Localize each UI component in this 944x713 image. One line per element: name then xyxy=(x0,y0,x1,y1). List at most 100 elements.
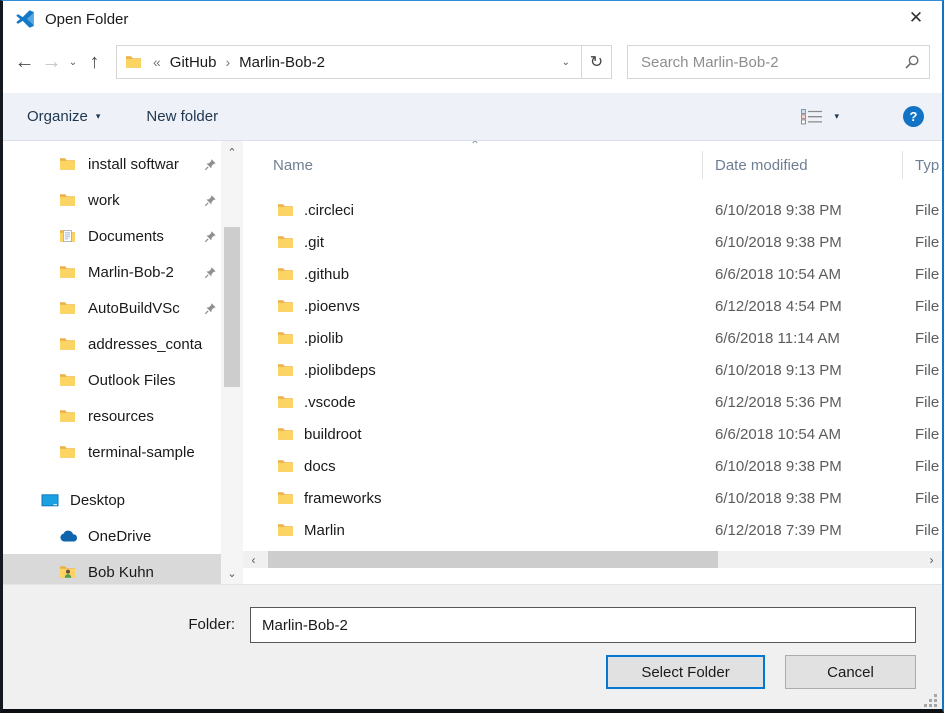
file-row-vscode[interactable]: .vscode 6/12/2018 5:36 PM File xyxy=(243,386,942,418)
toolbar-right-group: ▾ ? xyxy=(800,106,924,127)
file-row-frameworks[interactable]: frameworks 6/10/2018 9:38 PM File xyxy=(243,482,942,514)
sidebar-item-work[interactable]: work xyxy=(3,182,243,218)
folder-icon xyxy=(277,427,294,441)
file-date-modified: 6/12/2018 7:39 PM xyxy=(703,522,903,539)
sidebar-scrollbar[interactable]: ⌃ ⌄ xyxy=(221,141,243,584)
address-folder-icon xyxy=(125,55,142,69)
file-name: .piolibdeps xyxy=(304,362,376,379)
sidebar-item-terminal-sample[interactable]: terminal-sample xyxy=(3,434,243,470)
sidebar-item-label: terminal-sample xyxy=(88,444,217,461)
file-date-modified: 6/6/2018 11:14 AM xyxy=(703,330,903,347)
user-folder-icon xyxy=(59,565,79,579)
up-button[interactable]: ↑ xyxy=(81,51,108,74)
recent-locations-dropdown-icon[interactable]: ⌄ xyxy=(65,57,81,68)
sidebar-item-documents[interactable]: Documents xyxy=(3,218,243,254)
sidebar-item-autobuildvsc[interactable]: AutoBuildVSc xyxy=(3,290,243,326)
column-header-date-modified[interactable]: Date modified xyxy=(703,157,903,174)
folder-icon xyxy=(277,299,294,313)
column-divider[interactable] xyxy=(902,151,903,179)
file-row-piolibdeps[interactable]: .piolibdeps 6/10/2018 9:13 PM File xyxy=(243,354,942,386)
folder-icon xyxy=(59,373,79,387)
file-row-piolib[interactable]: .piolib 6/6/2018 11:14 AM File xyxy=(243,322,942,354)
sidebar-item-install-softwar[interactable]: install softwar xyxy=(3,146,243,182)
sidebar-item-desktop[interactable]: Desktop xyxy=(3,482,243,518)
scroll-up-icon[interactable]: ⌃ xyxy=(221,143,243,161)
column-header-type[interactable]: Typ xyxy=(903,157,942,174)
cancel-button[interactable]: Cancel xyxy=(785,655,916,689)
sidebar-item-outlook-files[interactable]: Outlook Files xyxy=(3,362,243,398)
file-row-marlin[interactable]: Marlin 6/12/2018 7:39 PM File xyxy=(243,514,942,546)
file-row-buildroot[interactable]: buildroot 6/6/2018 10:54 AM File xyxy=(243,418,942,450)
file-name: .git xyxy=(304,234,324,251)
folder-icon xyxy=(59,337,79,351)
forward-button[interactable]: → xyxy=(38,51,65,74)
sidebar-item-onedrive[interactable]: OneDrive xyxy=(3,518,243,554)
breadcrumb-separator-icon[interactable]: › xyxy=(218,54,237,70)
organize-caret-icon: ▾ xyxy=(96,111,101,122)
folder-icon xyxy=(59,445,79,459)
sidebar-item-resources[interactable]: resources xyxy=(3,398,243,434)
file-row-git[interactable]: .git 6/10/2018 9:38 PM File xyxy=(243,226,942,258)
column-header-name[interactable]: Name xyxy=(243,157,703,174)
sort-ascending-icon: ⌃ xyxy=(465,141,485,152)
file-type: File xyxy=(903,426,942,443)
organize-button[interactable]: Organize ▾ xyxy=(27,108,100,125)
folder-name-input[interactable] xyxy=(250,607,916,643)
file-row-circleci[interactable]: .circleci 6/10/2018 9:38 PM File xyxy=(243,194,942,226)
sidebar-item-label: resources xyxy=(88,408,217,425)
sidebar-item-label: Bob Kuhn xyxy=(88,564,217,581)
pin-icon xyxy=(204,194,217,207)
scroll-down-icon[interactable]: ⌄ xyxy=(221,564,243,582)
file-type: File xyxy=(903,490,942,507)
address-dropdown-icon[interactable]: ⌄ xyxy=(551,46,581,78)
new-folder-label: New folder xyxy=(146,108,218,125)
scroll-right-icon[interactable]: › xyxy=(923,551,940,568)
file-name: .github xyxy=(304,266,349,283)
sidebar-item-bob-kuhn[interactable]: Bob Kuhn xyxy=(3,554,243,584)
scroll-left-icon[interactable]: ‹ xyxy=(245,551,262,568)
navigation-pane: install softwar work xyxy=(3,141,243,584)
horizontal-scrollbar-thumb[interactable] xyxy=(268,551,718,568)
breadcrumb-marlin-bob-2[interactable]: Marlin-Bob-2 xyxy=(237,54,327,71)
folder-icon xyxy=(277,235,294,249)
change-view-button[interactable]: ▾ xyxy=(800,108,839,125)
back-button[interactable]: ← xyxy=(11,51,38,74)
sidebar-item-label: install softwar xyxy=(88,156,195,173)
organize-label: Organize xyxy=(27,108,88,125)
onedrive-icon xyxy=(59,530,79,543)
refresh-button[interactable]: ↻ xyxy=(581,45,612,79)
file-row-github[interactable]: .github 6/6/2018 10:54 AM File xyxy=(243,258,942,290)
new-folder-button[interactable]: New folder xyxy=(146,108,218,125)
sidebar-item-label: AutoBuildVSc xyxy=(88,300,195,317)
file-row-docs[interactable]: docs 6/10/2018 9:38 PM File xyxy=(243,450,942,482)
breadcrumb-github[interactable]: GitHub xyxy=(168,54,219,71)
breadcrumb-overflow-icon[interactable]: « xyxy=(146,54,168,70)
search-input[interactable] xyxy=(639,53,898,72)
sidebar-item-marlin-bob-2[interactable]: Marlin-Bob-2 xyxy=(3,254,243,290)
column-divider[interactable] xyxy=(702,151,703,179)
search-icon[interactable] xyxy=(904,54,920,70)
sidebar-scrollbar-thumb[interactable] xyxy=(224,227,240,387)
sidebar-item-addresses-conta[interactable]: addresses_conta xyxy=(3,326,243,362)
file-type: File xyxy=(903,458,942,475)
folder-icon xyxy=(277,395,294,409)
address-bar[interactable]: « GitHub › Marlin-Bob-2 ⌄ xyxy=(116,45,582,79)
details-view-icon xyxy=(800,108,824,125)
sidebar-item-label: work xyxy=(88,192,195,209)
pin-icon xyxy=(204,158,217,171)
title-bar: Open Folder ✕ xyxy=(3,1,942,37)
dialog-footer: Folder: Select Folder Cancel xyxy=(3,584,942,711)
file-row-pioenvs[interactable]: .pioenvs 6/12/2018 4:54 PM File xyxy=(243,290,942,322)
close-button[interactable]: ✕ xyxy=(898,3,934,33)
folder-icon xyxy=(59,265,79,279)
horizontal-scrollbar[interactable]: ‹ › xyxy=(243,551,942,568)
file-type: File xyxy=(903,330,942,347)
file-date-modified: 6/10/2018 9:38 PM xyxy=(703,490,903,507)
resize-grip-icon[interactable] xyxy=(924,694,938,708)
open-folder-dialog: Open Folder ✕ ← → ⌄ ↑ « GitHub › Marlin-… xyxy=(0,0,944,713)
pin-icon xyxy=(204,302,217,315)
folder-icon xyxy=(277,363,294,377)
select-folder-button[interactable]: Select Folder xyxy=(606,655,765,689)
file-date-modified: 6/6/2018 10:54 AM xyxy=(703,266,903,283)
help-button[interactable]: ? xyxy=(903,106,924,127)
